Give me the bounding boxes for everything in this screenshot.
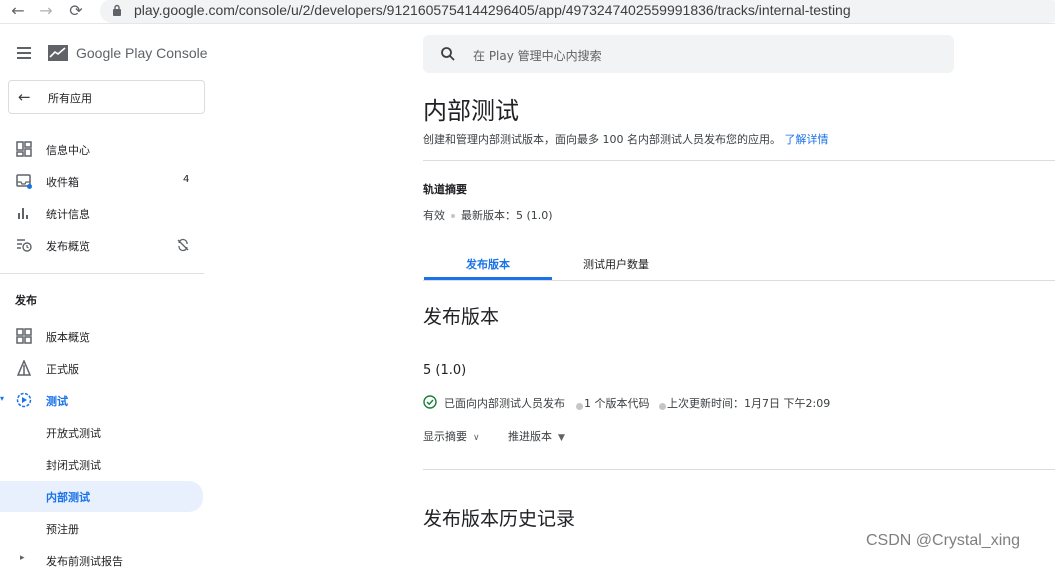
expand-arrow-icon[interactable]: ▾ <box>0 394 4 403</box>
sidebar-section-release: 发布 <box>15 294 37 307</box>
sidebar-item-label: 正式版 <box>46 363 79 376</box>
sidebar-divider <box>0 273 204 274</box>
learn-more-link[interactable]: 了解详情 <box>785 133 829 146</box>
tab-releases[interactable]: 发布版本 <box>424 256 552 280</box>
sidebar: Google Play Console ← 所有应用 信息中心 收件箱 4 统计… <box>0 24 215 568</box>
all-apps-label: 所有应用 <box>48 92 92 105</box>
sidebar-item-releases-overview[interactable]: 版本概览 <box>0 322 205 350</box>
releases-overview-icon <box>16 328 32 344</box>
main-content: 在 Play 管理中心内搜索 内部测试 创建和管理内部测试版本，面向最多 100… <box>215 24 1055 561</box>
sidebar-item-label: 收件箱 <box>46 176 79 189</box>
sidebar-item-internal-testing[interactable]: 内部测试 <box>0 481 203 512</box>
sidebar-item-open-testing[interactable]: 开放式测试 <box>0 418 205 446</box>
testing-icon <box>16 392 32 408</box>
sidebar-item-label: 开放式测试 <box>46 427 101 440</box>
tabs-divider <box>423 280 1055 281</box>
track-status: 有效 <box>423 209 445 222</box>
forward-icon[interactable]: → <box>36 1 56 21</box>
lock-icon <box>113 4 121 16</box>
reload-icon[interactable]: ⟳ <box>66 1 86 21</box>
publishing-overview-icon <box>17 239 32 252</box>
browser-toolbar: ← → ⟳ play.google.com/console/u/2/develo… <box>0 0 1055 24</box>
promote-release-button[interactable]: 推进版本 ▼ <box>508 428 565 444</box>
sidebar-item-label: 版本概览 <box>46 331 90 344</box>
dropdown-arrow-icon: ▼ <box>558 433 565 443</box>
version-codes: 1 个版本代码 <box>584 397 650 410</box>
show-summary-label: 显示摘要 <box>423 430 467 443</box>
sidebar-item-label: 发布概览 <box>46 240 90 253</box>
url-text: play.google.com/console/u/2/developers/9… <box>134 2 851 18</box>
menu-icon[interactable] <box>17 47 31 59</box>
releases-heading: 发布版本 <box>423 306 500 328</box>
sidebar-item-pre-launch-report[interactable]: ▸ 发布前测试报告 <box>0 546 205 574</box>
separator-dot <box>659 403 666 410</box>
sidebar-item-publishing-overview[interactable]: 发布概览 <box>0 231 205 259</box>
divider <box>423 160 1055 161</box>
divider <box>423 469 1055 470</box>
latest-version: 最新版本：5 (1.0) <box>461 209 553 222</box>
arrow-left-icon: ← <box>18 88 31 106</box>
last-updated: 上次更新时间：1月7日 下午2:09 <box>667 397 831 410</box>
search-icon <box>441 47 455 61</box>
release-status: 已面向内部测试人员发布 <box>444 397 565 410</box>
search-input[interactable]: 在 Play 管理中心内搜索 <box>423 35 954 73</box>
release-version: 5 (1.0) <box>423 363 467 378</box>
sidebar-item-label: 统计信息 <box>46 208 90 221</box>
promote-release-label: 推进版本 <box>508 430 552 443</box>
bar-chart-icon <box>18 208 28 219</box>
page-title: 内部测试 <box>423 97 519 125</box>
sidebar-item-production[interactable]: 正式版 <box>0 354 205 382</box>
track-summary: 有效 最新版本：5 (1.0) <box>423 207 553 223</box>
inbox-icon <box>16 174 32 189</box>
release-history-heading: 发布版本历史记录 <box>423 508 576 530</box>
search-placeholder: 在 Play 管理中心内搜索 <box>473 49 602 63</box>
sidebar-item-label: 封闭式测试 <box>46 459 101 472</box>
production-icon <box>16 360 32 376</box>
sidebar-item-label: 内部测试 <box>46 491 90 504</box>
sidebar-item-pre-registration[interactable]: 预注册 <box>0 514 205 542</box>
inbox-count-badge: 4 <box>183 174 190 185</box>
all-apps-button[interactable]: ← 所有应用 <box>8 80 205 114</box>
back-icon[interactable]: ← <box>8 1 28 21</box>
watermark: CSDN @Crystal_xing <box>866 532 1021 549</box>
logo-text: Google Play Console <box>76 45 208 61</box>
sidebar-item-label: 发布前测试报告 <box>46 555 123 568</box>
expand-arrow-icon[interactable]: ▸ <box>20 553 25 563</box>
check-circle-icon <box>423 395 437 409</box>
sync-off-icon <box>177 238 189 252</box>
sidebar-item-statistics[interactable]: 统计信息 <box>0 199 205 227</box>
address-bar[interactable]: play.google.com/console/u/2/developers/9… <box>100 0 1055 23</box>
chevron-down-icon: ∨ <box>473 433 480 443</box>
page-description: 创建和管理内部测试版本，面向最多 100 名内部测试人员发布您的应用。 了解详情 <box>423 131 829 147</box>
dashboard-icon <box>16 141 32 157</box>
tab-tester-count[interactable]: 测试用户数量 <box>552 256 680 280</box>
sidebar-item-dashboard[interactable]: 信息中心 <box>0 135 205 163</box>
sidebar-item-label: 测试 <box>46 395 68 408</box>
sidebar-item-testing[interactable]: ▾ 测试 <box>0 386 205 414</box>
sidebar-item-label: 预注册 <box>46 523 79 536</box>
sidebar-item-label: 信息中心 <box>46 144 90 157</box>
sidebar-item-closed-testing[interactable]: 封闭式测试 <box>0 450 205 478</box>
page-description-text: 创建和管理内部测试版本，面向最多 100 名内部测试人员发布您的应用。 <box>423 133 781 146</box>
play-console-logo-icon <box>48 45 68 61</box>
separator-dot <box>576 403 583 410</box>
track-summary-label: 轨道摘要 <box>423 183 467 196</box>
separator-dot <box>451 214 455 218</box>
sidebar-item-inbox[interactable]: 收件箱 4 <box>0 167 205 195</box>
show-summary-button[interactable]: 显示摘要 ∨ <box>423 428 480 444</box>
